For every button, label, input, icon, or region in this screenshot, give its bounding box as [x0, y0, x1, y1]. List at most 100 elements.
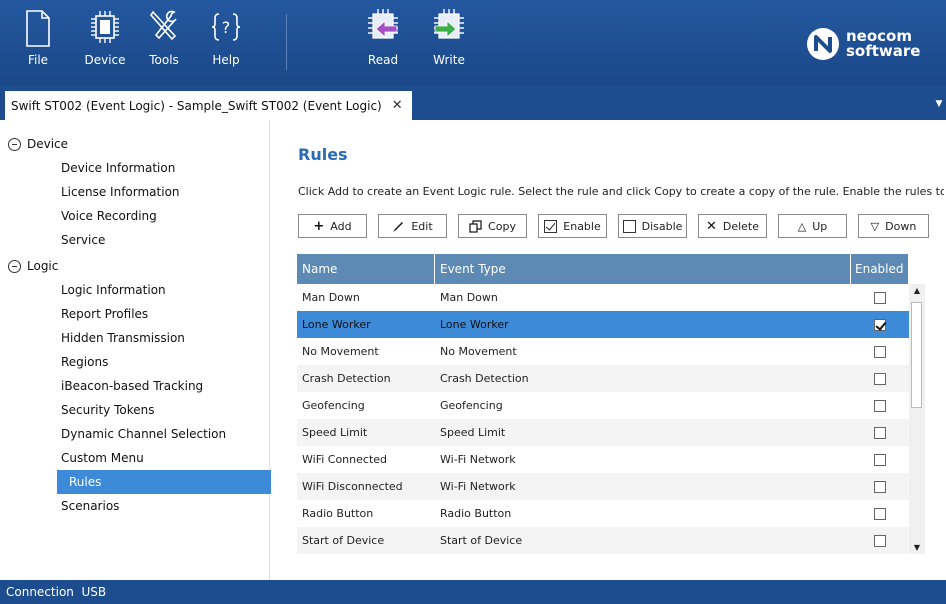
- up-triangle-icon: △: [797, 219, 807, 233]
- write-icon: [434, 9, 464, 39]
- nav-voice-recording[interactable]: Voice Recording: [0, 204, 267, 228]
- table-header: Name Event Type Enabled: [297, 254, 909, 284]
- write-label: Write: [433, 53, 465, 67]
- enabled-checkbox[interactable]: [874, 453, 886, 466]
- page-title: Rules: [298, 145, 348, 164]
- nav-device-information[interactable]: Device Information: [0, 156, 267, 180]
- copy-button[interactable]: Copy: [458, 214, 527, 238]
- cell-name: Crash Detection: [302, 372, 391, 385]
- help-label: Help: [212, 53, 240, 67]
- delete-button[interactable]: ✕ Delete: [698, 214, 767, 238]
- table-row[interactable]: Man Down Man Down: [297, 284, 909, 311]
- table-row[interactable]: WiFi Disconnected Wi-Fi Network: [297, 473, 909, 500]
- table-scrollbar[interactable]: ▲ ▼: [909, 284, 925, 554]
- tools-label: Tools: [149, 53, 179, 67]
- chip-icon: [91, 11, 119, 43]
- cell-enabled: [851, 392, 909, 419]
- nav-rules[interactable]: Rules: [57, 470, 275, 494]
- close-tab-icon[interactable]: ✕: [392, 98, 403, 113]
- enabled-checkbox[interactable]: [874, 291, 886, 304]
- cell-name: Geofencing: [302, 399, 365, 412]
- down-triangle-icon: ▽: [870, 219, 880, 233]
- table-row[interactable]: Radio Button Radio Button: [297, 500, 909, 527]
- nav-ibeacon-tracking[interactable]: iBeacon-based Tracking: [0, 374, 267, 398]
- table-row[interactable]: Speed Limit Speed Limit: [297, 419, 909, 446]
- cell-enabled: [851, 365, 909, 392]
- edit-button[interactable]: Edit: [378, 214, 447, 238]
- tools-icon: [149, 10, 177, 41]
- nav-license-information[interactable]: License Information: [0, 180, 267, 204]
- down-button[interactable]: ▽ Down: [858, 214, 929, 238]
- help-button[interactable]: ? Help: [206, 6, 246, 67]
- scrollbar-thumb[interactable]: [911, 302, 922, 408]
- nav-report-profiles[interactable]: Report Profiles: [0, 302, 267, 326]
- rules-table: Name Event Type Enabled Man Down Man Down…: [297, 254, 909, 554]
- tree-group-device[interactable]: Device: [8, 132, 269, 156]
- table-row[interactable]: Geofencing Geofencing: [297, 392, 909, 419]
- plus-icon: +: [313, 218, 325, 234]
- read-button[interactable]: Read: [360, 6, 406, 67]
- nav-hidden-transmission[interactable]: Hidden Transmission: [0, 326, 267, 350]
- status-bar: Connection USB: [0, 580, 946, 604]
- enabled-checkbox[interactable]: [874, 426, 886, 439]
- cell-enabled: [851, 338, 909, 365]
- document-tab-bar: Swift ST002 (Event Logic) - Sample_Swift…: [0, 86, 946, 120]
- table-row[interactable]: WiFi Connected Wi-Fi Network: [297, 446, 909, 473]
- column-header-enabled[interactable]: Enabled: [851, 254, 909, 284]
- collapse-icon[interactable]: [8, 259, 21, 273]
- help-icon: ?: [211, 13, 241, 41]
- cell-event-type: Start of Device: [440, 534, 523, 547]
- neocom-logo-icon: [807, 28, 839, 60]
- edit-button-label: Edit: [411, 219, 433, 233]
- scroll-up-arrow-icon[interactable]: ▲: [912, 286, 922, 295]
- cell-enabled: [851, 419, 909, 446]
- enabled-checkbox[interactable]: [874, 399, 886, 412]
- tree-group-logic[interactable]: Logic: [8, 254, 269, 278]
- collapse-icon[interactable]: [8, 137, 21, 151]
- cell-name: Start of Device: [302, 534, 385, 547]
- enable-button[interactable]: Enable: [538, 214, 607, 238]
- up-button[interactable]: △ Up: [778, 214, 847, 238]
- file-button[interactable]: File: [18, 6, 58, 67]
- nav-service[interactable]: Service: [0, 228, 267, 252]
- nav-dynamic-channel-selection[interactable]: Dynamic Channel Selection: [0, 422, 267, 446]
- nav-security-tokens[interactable]: Security Tokens: [0, 398, 267, 422]
- empty-box-icon: [622, 219, 636, 233]
- cell-name: Man Down: [302, 291, 360, 304]
- tab-list-menu-icon[interactable]: ▼: [934, 98, 944, 110]
- column-header-event-type[interactable]: Event Type: [435, 254, 851, 284]
- enabled-checkbox[interactable]: [874, 345, 886, 358]
- disable-button[interactable]: Disable: [618, 214, 687, 238]
- cell-enabled: [851, 527, 909, 554]
- navigation-tree: Device Device Information License Inform…: [0, 120, 275, 580]
- checked-box-icon: [544, 219, 558, 233]
- enabled-checkbox[interactable]: [874, 372, 886, 385]
- nav-custom-menu[interactable]: Custom Menu: [0, 446, 267, 470]
- device-button[interactable]: Device: [82, 6, 128, 67]
- table-row[interactable]: No Movement No Movement: [297, 338, 909, 365]
- cell-name: Lone Worker: [302, 318, 371, 331]
- document-tab-title: Swift ST002 (Event Logic) - Sample_Swift…: [11, 98, 382, 113]
- enabled-checkbox[interactable]: [874, 534, 886, 547]
- document-tab[interactable]: Swift ST002 (Event Logic) - Sample_Swift…: [5, 91, 412, 120]
- enabled-checkbox[interactable]: [874, 318, 886, 331]
- cell-name: Speed Limit: [302, 426, 368, 439]
- table-row[interactable]: Start of Device Start of Device: [297, 527, 909, 554]
- add-button[interactable]: + Add: [298, 214, 367, 238]
- pencil-icon: [393, 221, 404, 232]
- disable-button-label: Disable: [641, 219, 683, 233]
- nav-regions[interactable]: Regions: [0, 350, 267, 374]
- column-header-name[interactable]: Name: [297, 254, 435, 284]
- write-button[interactable]: Write: [426, 6, 472, 67]
- scroll-down-arrow-icon[interactable]: ▼: [912, 543, 922, 552]
- enabled-checkbox[interactable]: [874, 480, 886, 493]
- table-row[interactable]: Crash Detection Crash Detection: [297, 365, 909, 392]
- tools-button[interactable]: Tools: [144, 6, 184, 67]
- enable-button-label: Enable: [563, 219, 601, 233]
- cell-name: WiFi Disconnected: [302, 480, 403, 493]
- instructions-text: Click Add to create an Event Logic rule.…: [298, 185, 944, 198]
- nav-scenarios[interactable]: Scenarios: [0, 494, 267, 518]
- table-row[interactable]: Lone Worker Lone Worker: [297, 311, 909, 338]
- enabled-checkbox[interactable]: [874, 507, 886, 520]
- nav-logic-information[interactable]: Logic Information: [0, 278, 267, 302]
